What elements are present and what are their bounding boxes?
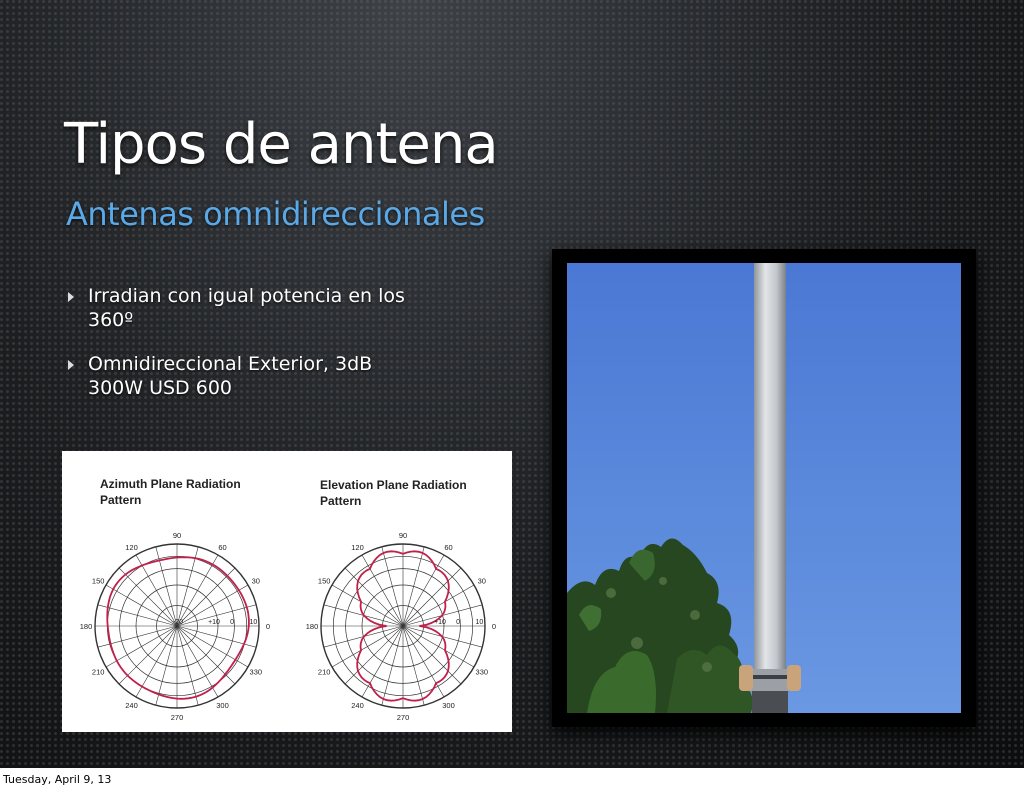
polar-spoke — [105, 584, 178, 627]
triangle-bullet-icon — [68, 292, 74, 302]
angle-label: 60 — [444, 543, 452, 552]
radiation-patterns-image: Azimuth Plane Radiation Pattern Elevatio… — [62, 451, 512, 732]
antenna-photo-illustration — [567, 263, 961, 713]
triangle-bullet-icon — [68, 360, 74, 370]
polar-spoke — [402, 625, 445, 698]
radiation-patterns-svg: Azimuth Plane Radiation Pattern Elevatio… — [80, 477, 496, 722]
polar-spoke — [331, 584, 404, 627]
angle-label: 120 — [125, 543, 138, 552]
ring-label: 0 — [230, 619, 234, 626]
antenna-photo-frame — [552, 249, 976, 727]
mast-clamp — [748, 669, 792, 691]
bullet-line: 300W USD 600 — [88, 377, 232, 399]
polar-spoke — [155, 625, 178, 706]
elevation-title-line2: Pattern — [320, 494, 361, 508]
polar-spoke — [361, 554, 404, 627]
polar-spoke — [402, 554, 445, 627]
ring-label: 10 — [249, 619, 257, 626]
elevation-polar-grid — [320, 543, 486, 709]
polar-spoke — [176, 625, 199, 706]
bullet-item: Omnidireccional Exterior, 3dB 300W USD 6… — [64, 352, 464, 400]
angle-label: 90 — [399, 531, 407, 540]
polar-spoke — [176, 625, 249, 668]
slide: Tipos de antena Antenas omnidireccionale… — [0, 0, 1024, 768]
ring-label: +10 — [208, 619, 220, 626]
bullet-line: 360º — [88, 309, 134, 331]
polar-spoke — [361, 625, 404, 698]
slide-subtitle: Antenas omnidireccionales — [66, 195, 485, 233]
angle-label: 180 — [80, 622, 93, 631]
angle-label: 210 — [318, 668, 331, 677]
bullet-line: Irradian con igual potencia en los — [88, 285, 405, 307]
ring-label: +10 — [434, 619, 446, 626]
angle-label: 240 — [351, 701, 364, 710]
slide-date: Tuesday, April 9, 13 — [3, 773, 112, 786]
angle-label: 0 — [492, 622, 496, 631]
antenna-mast — [754, 263, 786, 673]
bullet-item: Irradian con igual potencia en los 360º — [64, 284, 464, 332]
polar-spoke — [402, 625, 475, 668]
bullet-list: Irradian con igual potencia en los 360º … — [64, 284, 464, 420]
angle-label: 90 — [173, 531, 181, 540]
angle-label: 30 — [252, 577, 260, 586]
ring-label: 0 — [456, 619, 460, 626]
polar-spoke — [176, 625, 219, 698]
angle-label: 60 — [218, 543, 226, 552]
angle-label: 0 — [266, 622, 270, 631]
polar-spoke — [97, 604, 178, 627]
azimuth-title-line1: Azimuth Plane Radiation — [100, 477, 241, 491]
angle-label: 240 — [125, 701, 138, 710]
ring-label: -20 — [173, 619, 183, 626]
bullet-line: Omnidireccional Exterior, 3dB — [88, 353, 373, 375]
polar-spoke — [381, 625, 404, 706]
angle-label: 330 — [476, 668, 489, 677]
angle-label: 210 — [92, 668, 105, 677]
antenna-photo — [567, 263, 961, 713]
angle-label: 30 — [478, 577, 486, 586]
angle-label: 270 — [397, 713, 410, 722]
azimuth-ring-labels: 10 0 +10 -20 — [173, 619, 257, 626]
mast-base — [752, 691, 788, 713]
angle-label: 330 — [250, 668, 263, 677]
polar-spoke — [402, 546, 425, 627]
slide-title: Tipos de antena — [64, 112, 499, 177]
angle-label: 150 — [92, 577, 105, 586]
polar-spoke — [381, 546, 404, 627]
mounting-bracket — [739, 665, 753, 691]
angle-label: 120 — [351, 543, 364, 552]
angle-label: 180 — [306, 622, 319, 631]
angle-label: 150 — [318, 577, 331, 586]
angle-label: 300 — [442, 701, 455, 710]
elevation-title-line1: Elevation Plane Radiation — [320, 478, 467, 492]
polar-spoke — [176, 554, 219, 627]
ring-label: 10 — [475, 619, 483, 626]
azimuth-title-line2: Pattern — [100, 493, 141, 507]
azimuth-polar-grid — [94, 543, 260, 709]
angle-label: 270 — [171, 713, 184, 722]
elevation-ring-labels: 10 0 +10 — [434, 619, 483, 626]
polar-spoke — [331, 625, 404, 668]
polar-spoke — [402, 625, 425, 706]
angle-label: 300 — [216, 701, 229, 710]
